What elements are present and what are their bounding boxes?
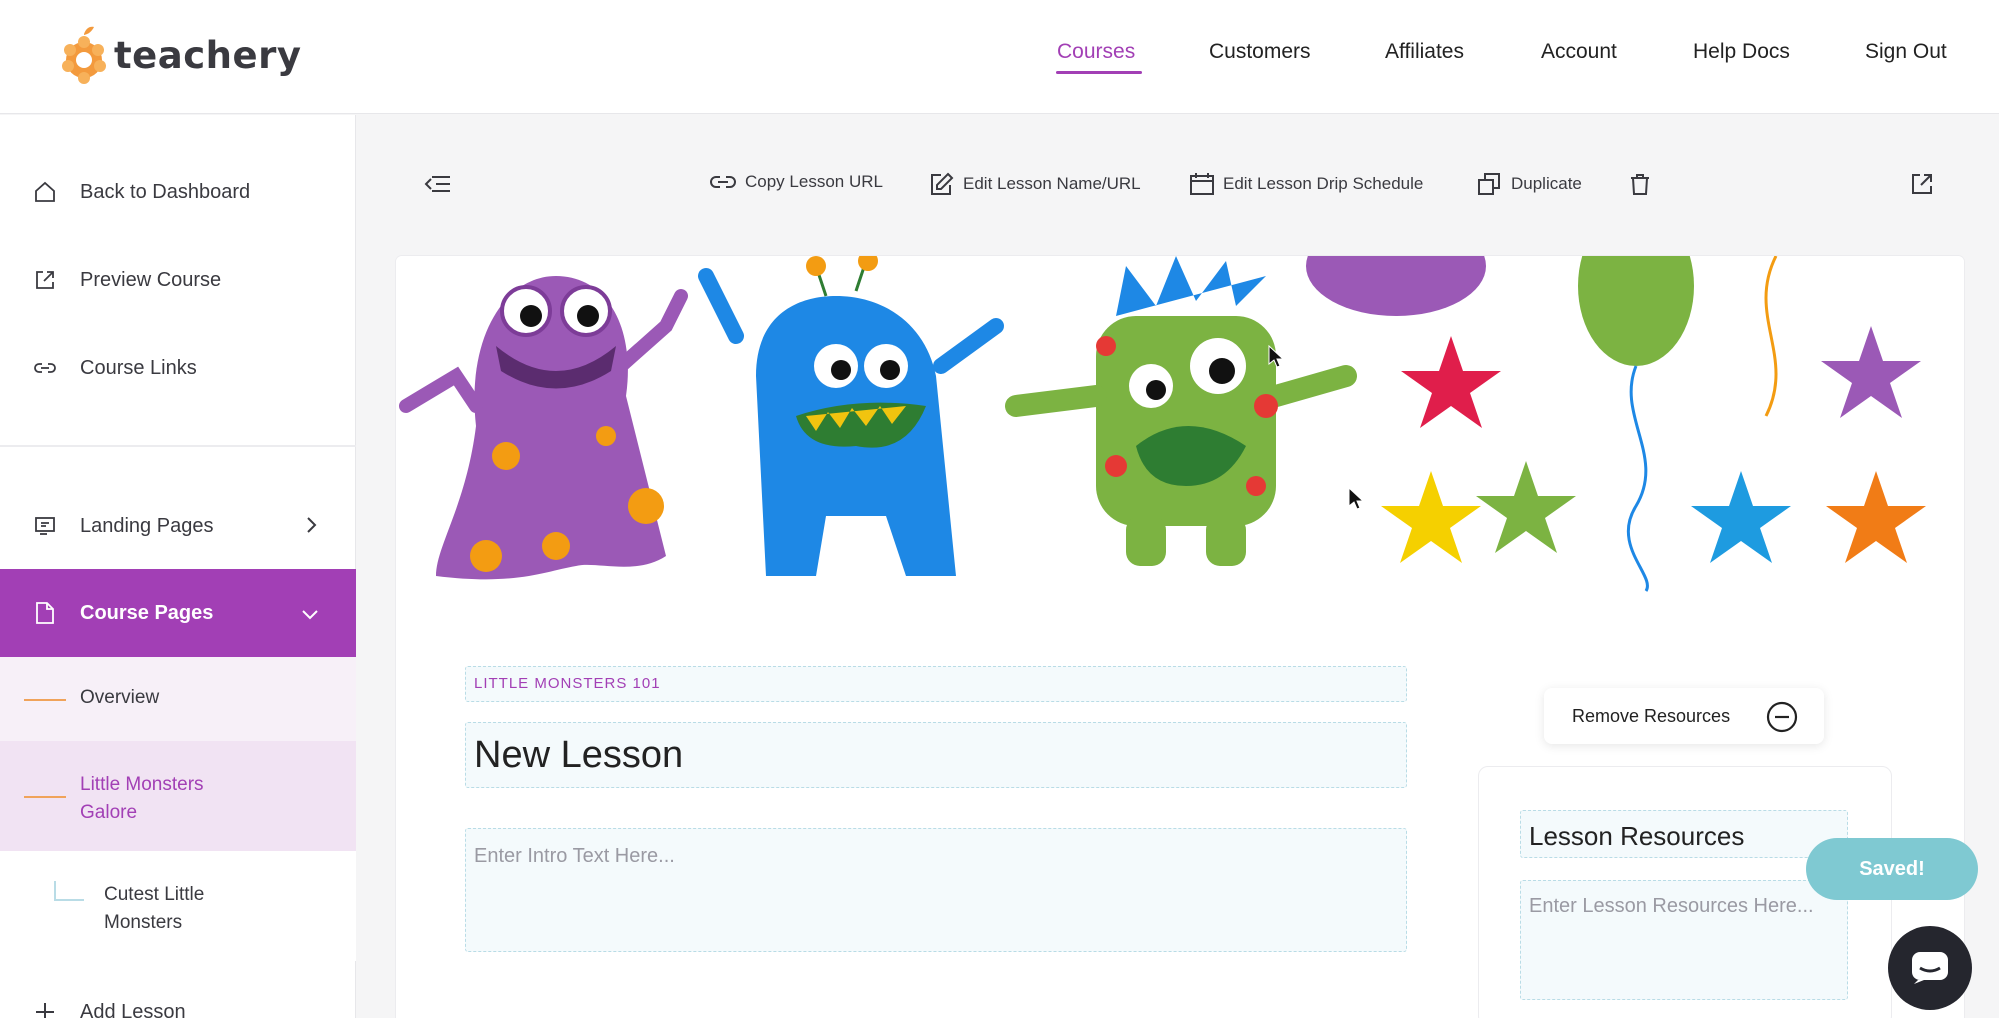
sidebar-item-label: Course Links <box>80 356 197 379</box>
remove-resources-button[interactable]: Remove Resources <box>1544 688 1824 744</box>
resources-text-field[interactable]: Enter Lesson Resources Here... <box>1520 880 1848 1000</box>
tree-corner <box>54 881 84 901</box>
sidebar-item-label: Cutest Little Monsters <box>104 884 205 933</box>
nav-help-docs[interactable]: Help Docs <box>1693 40 1790 64</box>
sidebar-item-overview[interactable]: Overview <box>0 657 356 741</box>
collapse-sidebar-icon[interactable] <box>424 172 452 201</box>
green-monster-shape <box>1005 256 1357 566</box>
sidebar: Back to Dashboard Preview Course Course … <box>0 115 356 1018</box>
intro-placeholder: Enter Intro Text Here... <box>474 845 675 867</box>
lesson-banner-image[interactable] <box>396 256 1964 596</box>
nav-customers[interactable]: Customers <box>1209 40 1311 64</box>
apple-logo-icon <box>62 26 106 84</box>
resources-heading-field[interactable]: Lesson Resources <box>1520 810 1848 858</box>
teachery-logo[interactable]: teachery <box>60 26 301 84</box>
edit-drip-schedule-button[interactable]: Edit Lesson Drip Schedule <box>1189 172 1423 196</box>
green-balloon-shape <box>1578 256 1694 366</box>
course-name-field[interactable]: LITTLE MONSTERS 101 <box>465 666 1407 702</box>
top-navbar: teachery Courses Customers Affiliates Ac… <box>0 0 1999 114</box>
copy-lesson-url-button[interactable]: Copy Lesson URL <box>709 172 883 192</box>
chevron-right-icon <box>304 515 318 541</box>
home-icon <box>32 179 58 205</box>
remove-resources-label: Remove Resources <box>1572 706 1731 726</box>
tree-dash <box>24 699 66 701</box>
calendar-icon <box>1190 173 1214 195</box>
purple-balloon-shape <box>1306 256 1486 316</box>
sidebar-item-label: Preview Course <box>80 268 222 291</box>
nav-affiliates[interactable]: Affiliates <box>1385 40 1464 64</box>
sidebar-divider <box>0 445 356 447</box>
page-icon <box>32 600 58 626</box>
sidebar-item-label: Course Pages <box>80 601 214 624</box>
chat-launcher-button[interactable] <box>1888 926 1972 1010</box>
minus-circle-icon <box>1766 701 1798 738</box>
sidebar-item-course-pages[interactable]: Course Pages <box>0 569 356 657</box>
intro-text-field[interactable]: Enter Intro Text Here... <box>465 828 1407 952</box>
sidebar-item-lesson-cutest-little-monsters[interactable]: Cutest Little Monsters <box>0 851 356 961</box>
nav-courses[interactable]: Courses <box>1057 40 1135 64</box>
link-icon <box>710 176 736 188</box>
brand-name: teachery <box>114 33 302 77</box>
nav-sign-out[interactable]: Sign Out <box>1865 40 1947 64</box>
chat-icon <box>1912 952 1948 984</box>
course-name-text: LITTLE MONSTERS 101 <box>474 675 661 692</box>
sidebar-item-label: Little Monsters Galore <box>80 774 204 823</box>
mouse-cursor-icon <box>1268 345 1284 368</box>
sidebar-item-label: Landing Pages <box>80 514 214 537</box>
nav-account[interactable]: Account <box>1541 40 1617 64</box>
toolbar-label: Copy Lesson URL <box>745 172 883 191</box>
blue-monster-shape <box>698 256 1004 576</box>
sidebar-item-label: Add Lesson <box>80 1000 186 1018</box>
duplicate-button[interactable]: Duplicate <box>1477 172 1582 196</box>
lesson-title-field[interactable]: New Lesson <box>465 722 1407 788</box>
purple-monster-shape <box>399 276 688 580</box>
trash-icon[interactable] <box>1628 172 1652 201</box>
monsters-banner-illustration <box>399 256 1926 592</box>
saved-toast: Saved! <box>1806 838 1978 900</box>
tree-dash <box>24 796 66 798</box>
sidebar-item-landing-pages[interactable]: Landing Pages <box>0 511 356 541</box>
plus-icon <box>32 999 58 1018</box>
sidebar-item-course-links[interactable]: Course Links <box>0 353 356 383</box>
mouse-cursor-icon <box>1348 487 1364 510</box>
add-lesson-button[interactable]: Add Lesson <box>0 997 356 1018</box>
external-link-icon <box>32 267 58 293</box>
active-nav-underline <box>1056 71 1142 74</box>
sidebar-item-back-to-dashboard[interactable]: Back to Dashboard <box>0 177 356 207</box>
sidebar-item-preview-course[interactable]: Preview Course <box>0 265 356 295</box>
resources-placeholder: Enter Lesson Resources Here... <box>1529 895 1814 917</box>
sidebar-item-label: Back to Dashboard <box>80 180 251 203</box>
link-icon <box>32 355 58 381</box>
edit-lesson-name-button[interactable]: Edit Lesson Name/URL <box>929 172 1141 196</box>
sidebar-item-label: Overview <box>80 687 160 708</box>
chevron-down-icon <box>300 605 320 628</box>
edit-icon <box>931 172 954 195</box>
duplicate-icon <box>1478 173 1500 195</box>
landing-page-icon <box>32 513 58 539</box>
resources-heading: Lesson Resources <box>1529 821 1745 851</box>
open-external-icon[interactable] <box>1910 172 1934 201</box>
toolbar-label: Duplicate <box>1511 174 1582 193</box>
lesson-title-text: New Lesson <box>474 734 684 776</box>
toolbar-label: Edit Lesson Name/URL <box>963 174 1141 193</box>
sidebar-item-module-little-monsters-galore[interactable]: Little Monsters Galore <box>0 741 356 851</box>
toolbar-label: Edit Lesson Drip Schedule <box>1223 174 1424 193</box>
